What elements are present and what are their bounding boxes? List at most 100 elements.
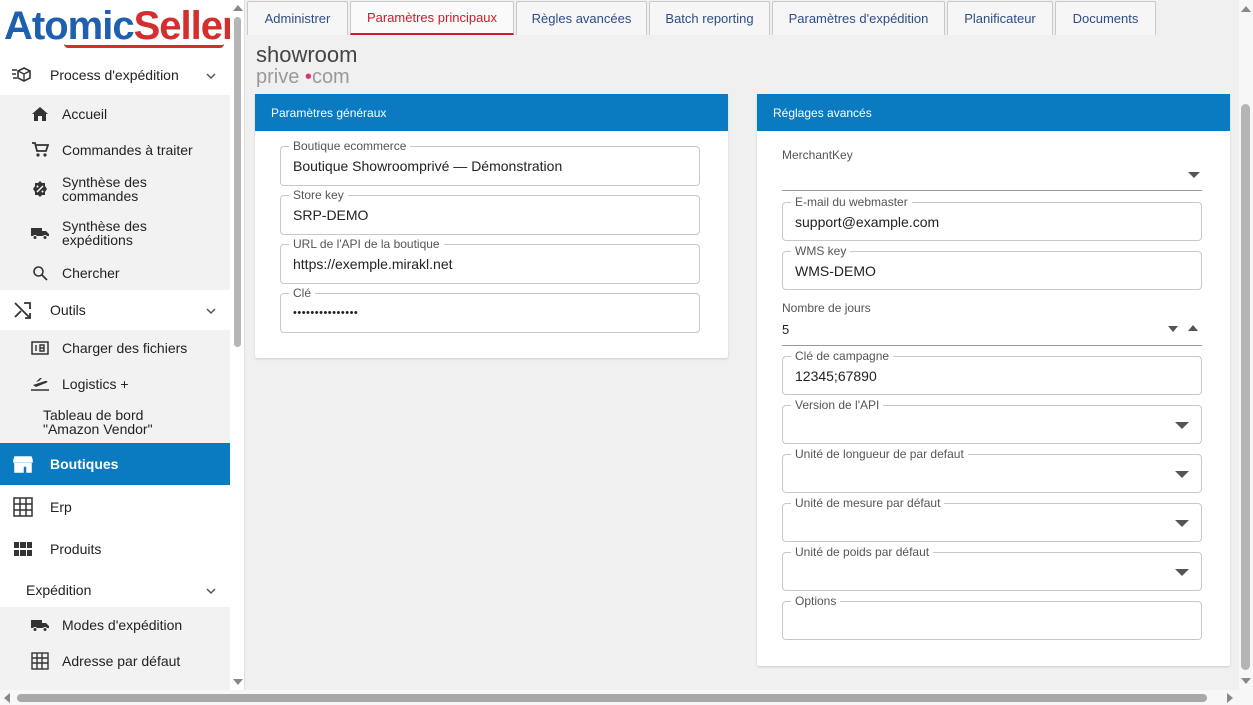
tab-planificateur[interactable]: Planificateur	[947, 1, 1053, 35]
logo-prive: prive	[256, 66, 300, 88]
main-content: Administrer Paramètres principaux Règles…	[244, 0, 1239, 690]
nombre-jours-stepper[interactable]: Nombre de jours 5	[782, 301, 1202, 346]
wms-key-field[interactable]: WMS key WMS-DEMO	[782, 244, 1202, 290]
sidebar-scrollbar[interactable]	[233, 0, 243, 690]
field-label: MerchantKey	[782, 148, 853, 162]
file-upload-icon	[29, 341, 51, 355]
scroll-up-arrow-icon[interactable]	[1241, 6, 1251, 12]
sidebar-item-accueil[interactable]: Accueil	[0, 95, 230, 132]
field-value: 5	[782, 322, 790, 337]
sidebar: AtomicSeller Process d'expédition Accuei…	[0, 0, 230, 690]
tab-batch-reporting[interactable]: Batch reporting	[649, 1, 770, 35]
scroll-down-arrow-icon[interactable]	[1241, 678, 1251, 684]
horizontal-scrollbar[interactable]	[0, 690, 1253, 705]
logo-com: com	[311, 66, 350, 88]
scroll-right-arrow-icon[interactable]	[1227, 693, 1233, 703]
sidebar-item-charger-fichiers[interactable]: Charger des fichiers	[0, 330, 230, 366]
sidebar-scroll-thumb[interactable]	[234, 17, 241, 347]
horizontal-scroll-thumb[interactable]	[17, 694, 1207, 702]
main-scroll-thumb[interactable]	[1241, 104, 1250, 670]
scroll-down-arrow-icon[interactable]	[233, 679, 243, 685]
main-vertical-scrollbar[interactable]	[1239, 0, 1253, 690]
sidebar-item-label: Adresse par défaut	[62, 652, 181, 669]
chevron-down-icon	[206, 582, 216, 598]
home-icon	[29, 106, 51, 122]
sidebar-item-label: Synthèse des expéditions	[62, 218, 147, 248]
field-value: 12345;67890	[795, 368, 877, 384]
card-header: Paramètres généraux	[255, 94, 728, 131]
increment-arrow-icon[interactable]	[1188, 325, 1198, 331]
merchant-key-select[interactable]: MerchantKey	[782, 148, 1202, 191]
section-expedition[interactable]: Expédition	[0, 570, 230, 610]
field-label: WMS key	[791, 244, 851, 258]
field-value: support@example.com	[795, 214, 940, 230]
store-key-field[interactable]: Store key SRP-DEMO	[280, 188, 700, 235]
logo-line2: prive •com	[256, 66, 357, 88]
sidebar-item-commandes[interactable]: Commandes à traiter	[0, 132, 230, 167]
version-api-select[interactable]: Version de l'API	[782, 398, 1202, 444]
sidebar-item-synthese-commandes[interactable]: Synthèse des commandes	[0, 167, 230, 211]
field-value: Boutique Showroomprivé — Démonstration	[293, 158, 563, 174]
general-settings-card: Paramètres généraux Boutique ecommerce B…	[255, 94, 728, 358]
boutique-ecommerce-field[interactable]: Boutique ecommerce Boutique Showroompriv…	[280, 139, 700, 186]
scroll-left-arrow-icon[interactable]	[4, 693, 10, 703]
field-label: Clé	[289, 286, 316, 300]
cle-campagne-field[interactable]: Clé de campagne 12345;67890	[782, 349, 1202, 395]
sidebar-item-label: Chercher	[62, 264, 120, 281]
dropdown-arrow-icon	[1188, 172, 1200, 178]
chevron-down-icon	[206, 67, 216, 83]
sidebar-item-label: Modes d'expédition	[62, 617, 183, 633]
dropdown-arrow-icon	[1175, 471, 1189, 478]
field-label: Unité de mesure par défaut	[791, 496, 945, 510]
sidebar-item-label: Accueil	[62, 105, 108, 122]
logo-atomic: Atomic	[4, 4, 135, 48]
field-label: Nombre de jours	[782, 301, 871, 315]
sidebar-item-adresse-defaut[interactable]: Adresse par défaut	[0, 643, 230, 678]
decrement-arrow-icon[interactable]	[1168, 326, 1178, 332]
section-label: Outils	[50, 302, 86, 318]
logo-dot: •	[304, 66, 312, 88]
section-label: Process d'expédition	[50, 67, 179, 83]
tab-administrer[interactable]: Administrer	[247, 1, 348, 35]
field-label: Clé de campagne	[791, 349, 894, 363]
apps-grid-icon	[12, 542, 34, 556]
tab-regles-avancees[interactable]: Règles avancées	[516, 1, 647, 35]
unite-mesure-select[interactable]: Unité de mesure par défaut	[782, 496, 1202, 542]
sidebar-item-produits[interactable]: Produits	[0, 529, 230, 569]
field-label: Unité de poids par défaut	[791, 545, 934, 559]
sidebar-item-modes-expedition[interactable]: Modes d'expédition	[0, 607, 230, 643]
sidebar-item-amazon-vendor[interactable]: Tableau de bord "Amazon Vendor"	[0, 401, 230, 443]
sidebar-item-label: Logistics +	[62, 375, 129, 392]
sidebar-item-label: Synthèse des commandes	[62, 174, 147, 204]
outils-submenu: Charger des fichiers Logistics + Tableau…	[0, 330, 230, 443]
webmaster-email-field[interactable]: E-mail du webmaster support@example.com	[782, 195, 1202, 241]
sidebar-item-synthese-expeditions[interactable]: Synthèse des expéditions	[0, 211, 230, 255]
field-label: URL de l'API de la boutique	[289, 237, 444, 251]
sidebar-item-boutiques[interactable]: Boutiques	[0, 443, 230, 485]
api-url-field[interactable]: URL de l'API de la boutique https://exem…	[280, 237, 700, 284]
unite-poids-select[interactable]: Unité de poids par défaut	[782, 545, 1202, 591]
unite-longueur-select[interactable]: Unité de longueur de par defaut	[782, 447, 1202, 493]
logo-swoosh	[64, 44, 224, 48]
app-logo[interactable]: AtomicSeller	[4, 4, 230, 50]
search-icon	[29, 265, 51, 281]
sidebar-item-logistics[interactable]: Logistics +	[0, 366, 230, 401]
process-icon	[12, 67, 34, 83]
options-field[interactable]: Options	[782, 594, 1202, 640]
section-outils[interactable]: Outils	[0, 290, 230, 330]
field-label: Version de l'API	[791, 398, 884, 412]
dropdown-arrow-icon	[1175, 520, 1189, 527]
tab-documents[interactable]: Documents	[1055, 1, 1156, 35]
field-label: Options	[791, 594, 841, 608]
cart-icon	[29, 141, 51, 158]
section-process-expedition[interactable]: Process d'expédition	[0, 55, 230, 95]
sidebar-item-chercher[interactable]: Chercher	[0, 255, 230, 290]
sidebar-item-erp[interactable]: Erp	[0, 487, 230, 527]
tab-parametres-principaux[interactable]: Paramètres principaux	[350, 1, 514, 35]
section-label: Produits	[50, 541, 102, 557]
tab-parametres-expedition[interactable]: Paramètres d'expédition	[772, 1, 945, 35]
cle-password-field[interactable]: Clé •••••••••••••••	[280, 286, 700, 333]
scroll-up-arrow-icon[interactable]	[233, 5, 243, 11]
advanced-settings-card: Réglages avancés MerchantKey E-mail du w…	[757, 94, 1230, 666]
shuffle-icon	[12, 301, 34, 319]
